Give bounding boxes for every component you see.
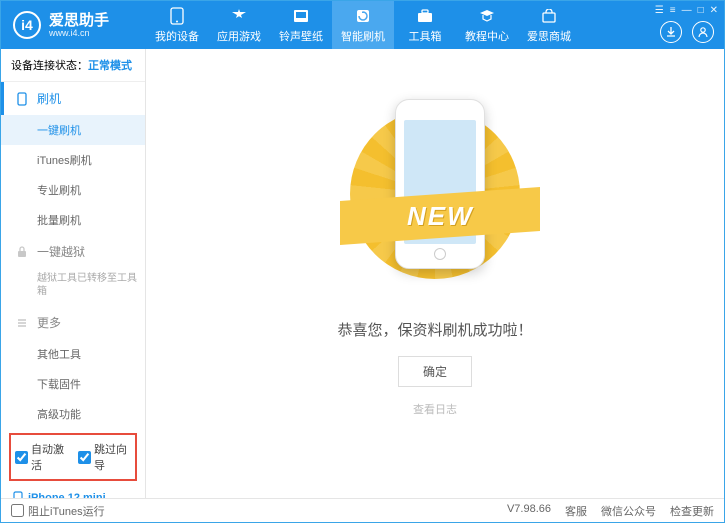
user-controls (660, 21, 714, 43)
apps-icon (230, 7, 248, 25)
sidebar-item-download-firmware[interactable]: 下载固件 (1, 369, 145, 399)
close-icon[interactable]: ✕ (710, 5, 718, 16)
block-itunes-checkbox[interactable]: 阻止iTunes运行 (11, 503, 105, 519)
sidebar-header-label: 一键越狱 (37, 243, 85, 260)
app-header: i4 爱思助手 www.i4.cn 我的设备 应用游戏 铃声壁纸 智能刷机 工具… (1, 1, 724, 49)
app-title: 爱思助手 (49, 13, 109, 28)
footer: 阻止iTunes运行 V7.98.66 客服 微信公众号 检查更新 (1, 498, 724, 522)
phone-icon (13, 491, 23, 498)
checkbox-label: 自动激活 (31, 441, 68, 473)
nav-toolbox[interactable]: 工具箱 (394, 1, 456, 49)
flash-icon (354, 7, 372, 25)
app-subtitle: www.i4.cn (49, 28, 109, 38)
sidebar-item-advanced[interactable]: 高级功能 (1, 399, 145, 429)
sidebar-group-jailbreak[interactable]: 一键越狱 (1, 235, 145, 268)
ok-button[interactable]: 确定 (398, 356, 472, 387)
maximize-icon[interactable]: □ (698, 5, 704, 16)
nav-store[interactable]: 爱思商城 (518, 1, 580, 49)
nav-ringtone-wallpaper[interactable]: 铃声壁纸 (270, 1, 332, 49)
store-icon (540, 7, 558, 25)
nav-label: 智能刷机 (341, 28, 385, 44)
ribbon-text: NEW (407, 201, 474, 232)
connection-status: 设备连接状态：正常模式 (1, 49, 145, 82)
sidebar-item-batch-flash[interactable]: 批量刷机 (1, 205, 145, 235)
download-button[interactable] (660, 21, 682, 43)
sidebar-group-flash[interactable]: 刷机 (1, 82, 145, 115)
list-icon (15, 316, 29, 330)
phone-icon (168, 7, 186, 25)
success-illustration: NEW (350, 99, 520, 299)
sidebar-header-label: 刷机 (37, 90, 61, 107)
wallpaper-icon (292, 7, 310, 25)
nav-label: 铃声壁纸 (279, 28, 323, 44)
sidebar-header-label: 更多 (37, 314, 61, 331)
check-update-link[interactable]: 检查更新 (670, 503, 714, 519)
device-name: iPhone 12 mini (13, 491, 133, 498)
nav-my-device[interactable]: 我的设备 (146, 1, 208, 49)
toolbox-icon (416, 7, 434, 25)
auto-activate-checkbox[interactable]: 自动激活 (15, 441, 68, 473)
status-prefix: 设备连接状态： (11, 60, 88, 72)
nav-smart-flash[interactable]: 智能刷机 (332, 1, 394, 49)
skip-guide-checkbox[interactable]: 跳过向导 (78, 441, 131, 473)
nav-label: 应用游戏 (217, 28, 261, 44)
nav-apps-games[interactable]: 应用游戏 (208, 1, 270, 49)
tutorial-icon (478, 7, 496, 25)
version-label: V7.98.66 (507, 503, 551, 519)
view-log-link[interactable]: 查看日志 (413, 401, 457, 417)
nav-label: 爱思商城 (527, 28, 571, 44)
device-info[interactable]: iPhone 12 mini 64GB Down-12mini-13,1 (1, 485, 145, 498)
options-row: 自动激活 跳过向导 (9, 433, 137, 481)
nav-label: 教程中心 (465, 28, 509, 44)
lock-icon (15, 245, 29, 259)
menu-icon[interactable]: ☰ (655, 5, 664, 16)
checkbox-label: 阻止iTunes运行 (28, 503, 105, 519)
phone-graphic (395, 99, 485, 269)
nav-label: 我的设备 (155, 28, 199, 44)
logo-area: i4 爱思助手 www.i4.cn (1, 11, 146, 39)
user-button[interactable] (692, 21, 714, 43)
wechat-link[interactable]: 微信公众号 (601, 503, 656, 519)
nav-tutorials[interactable]: 教程中心 (456, 1, 518, 49)
main-nav: 我的设备 应用游戏 铃声壁纸 智能刷机 工具箱 教程中心 爱思商城 (146, 1, 724, 49)
logo-icon: i4 (13, 11, 41, 39)
jailbreak-note: 越狱工具已转移至工具箱 (1, 268, 145, 306)
status-value: 正常模式 (88, 60, 132, 72)
window-controls: ☰ ≡ — □ ✕ (655, 5, 718, 16)
minimize-icon[interactable]: — (682, 5, 692, 16)
checkbox-label: 跳过向导 (94, 441, 131, 473)
main-content: NEW 恭喜您，保资料刷机成功啦！ 确定 查看日志 (146, 49, 724, 498)
sidebar-item-oneclick-flash[interactable]: 一键刷机 (1, 115, 145, 145)
sidebar-item-pro-flash[interactable]: 专业刷机 (1, 175, 145, 205)
sidebar-item-other-tools[interactable]: 其他工具 (1, 339, 145, 369)
pin-icon[interactable]: ≡ (670, 5, 676, 16)
nav-label: 工具箱 (409, 28, 442, 44)
sidebar: 设备连接状态：正常模式 刷机 一键刷机 iTunes刷机 专业刷机 批量刷机 一… (1, 49, 146, 498)
success-message: 恭喜您，保资料刷机成功啦！ (337, 319, 532, 340)
service-link[interactable]: 客服 (565, 503, 587, 519)
sidebar-item-itunes-flash[interactable]: iTunes刷机 (1, 145, 145, 175)
sidebar-group-more[interactable]: 更多 (1, 306, 145, 339)
phone-icon (15, 92, 29, 106)
